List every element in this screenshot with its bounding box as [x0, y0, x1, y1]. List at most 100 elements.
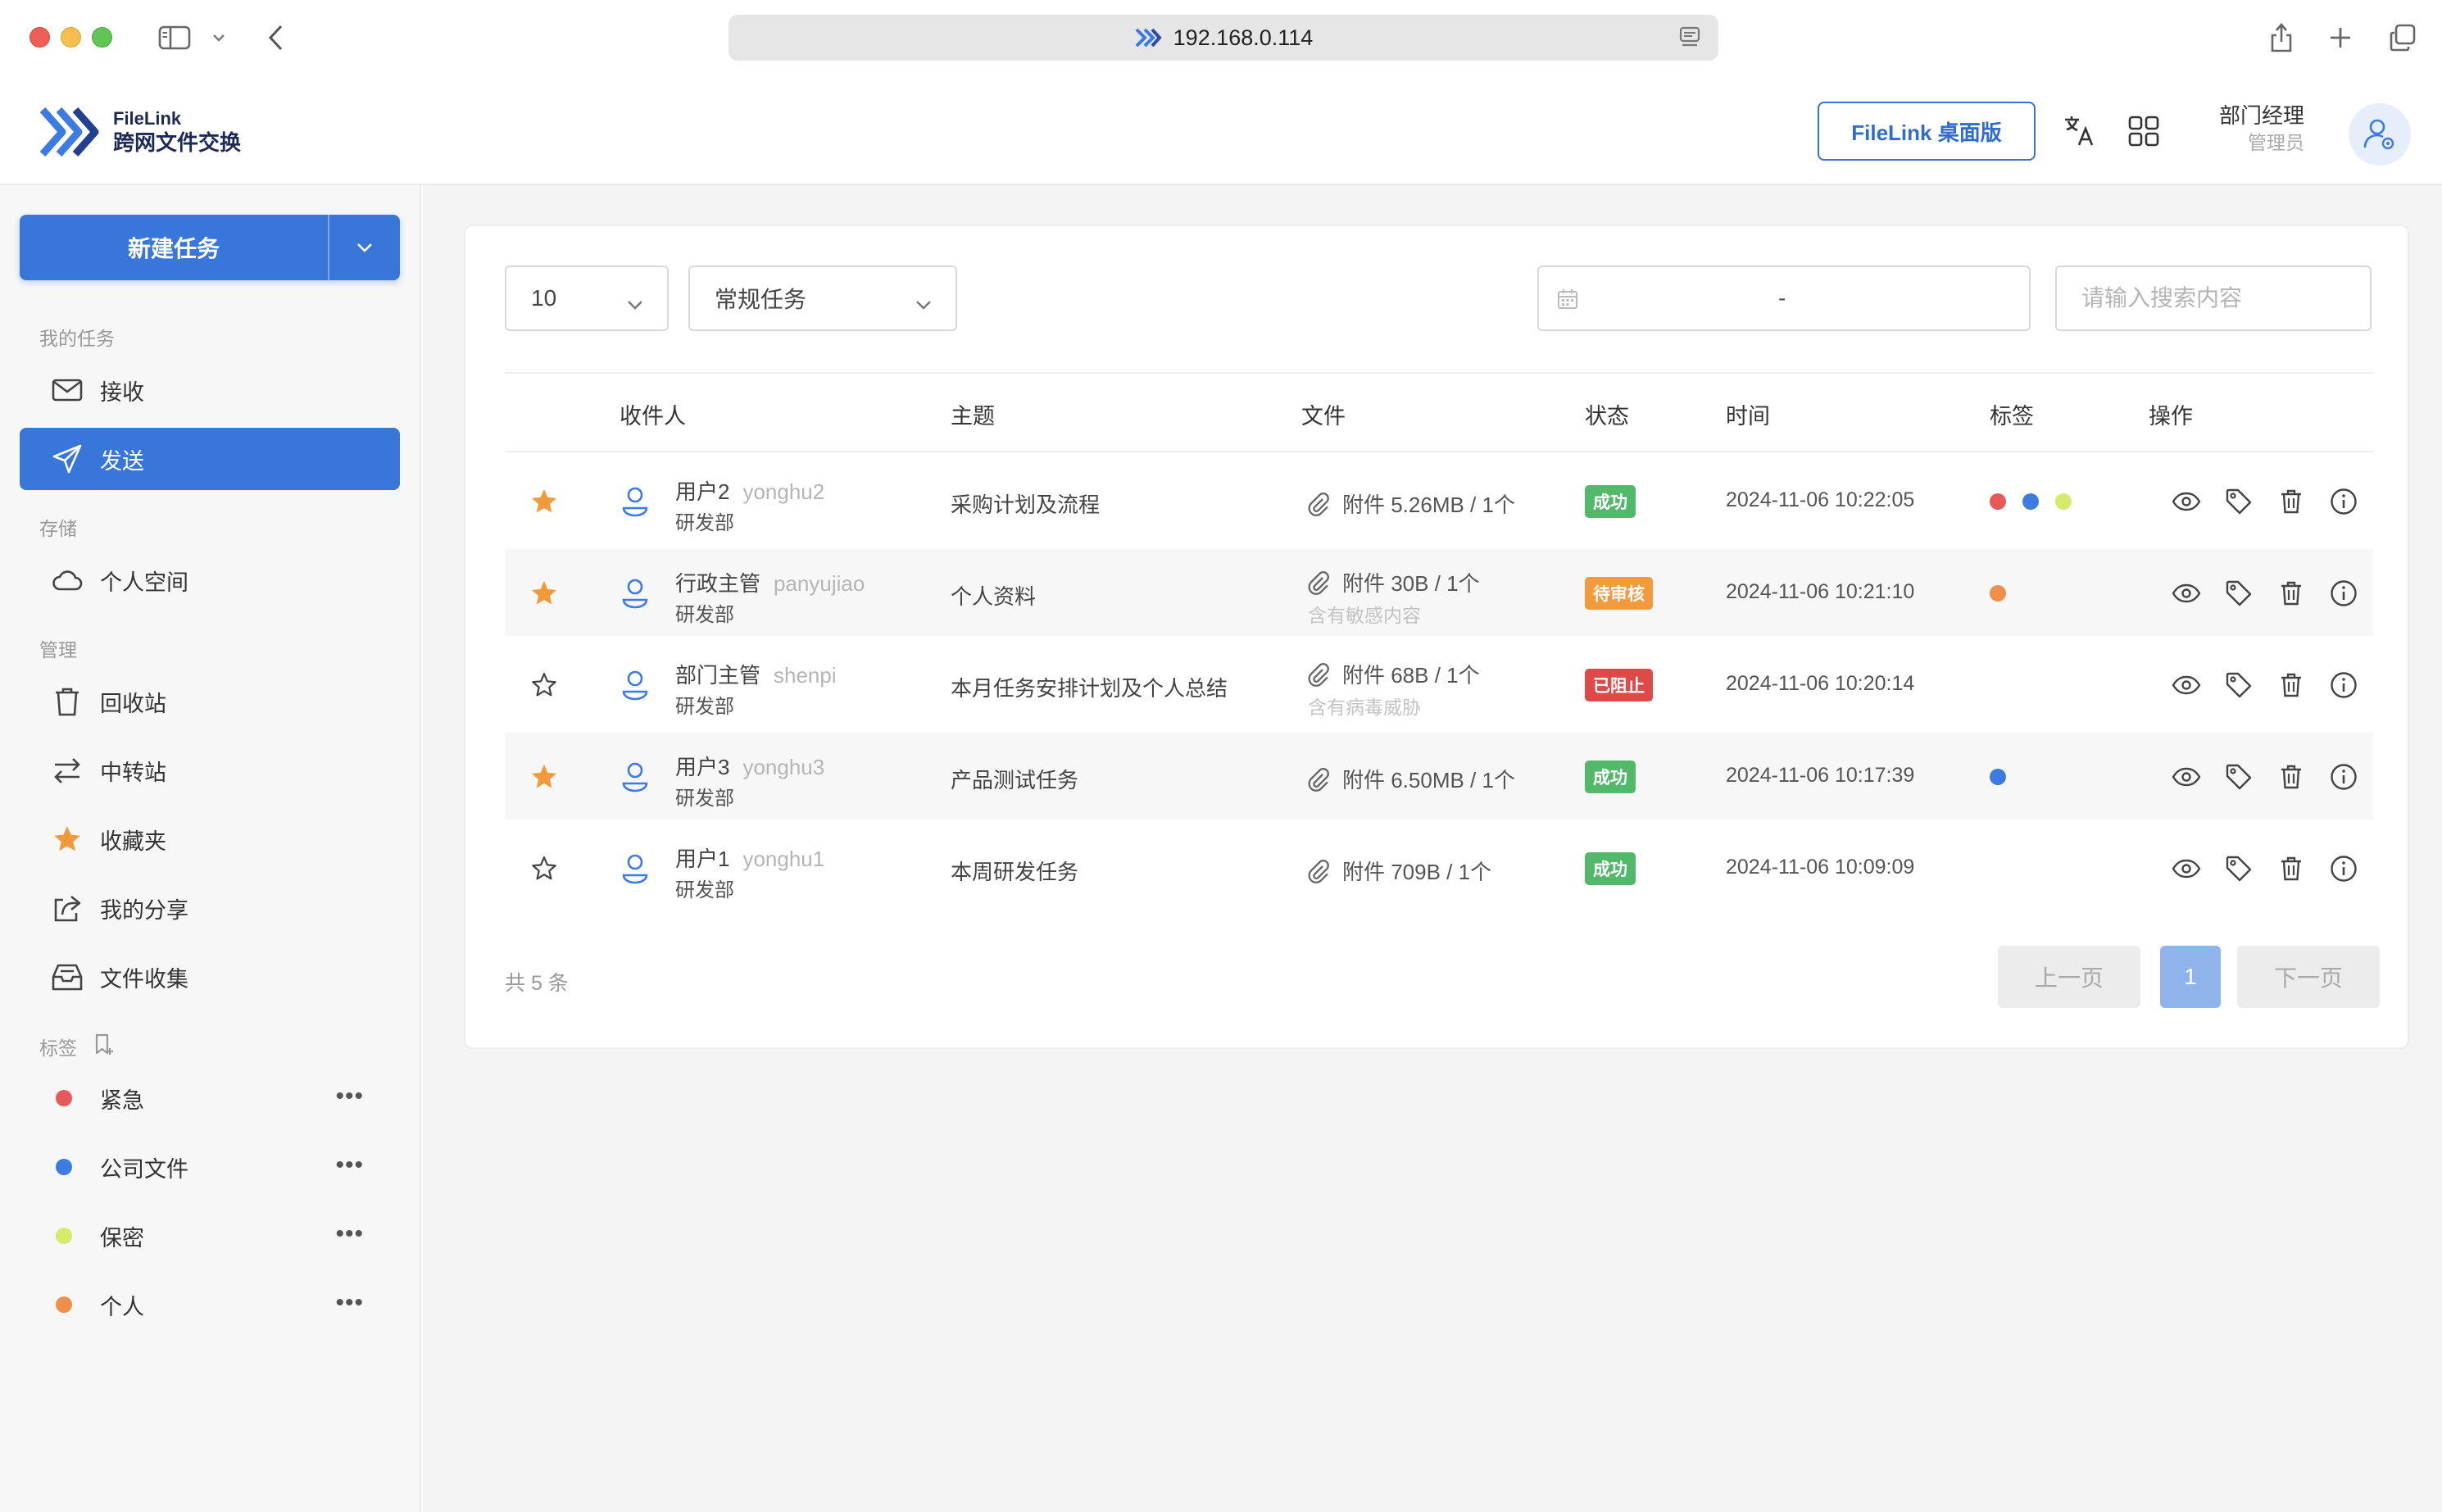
add-tag-icon[interactable]	[93, 1033, 115, 1060]
apps-grid-icon[interactable]	[2126, 113, 2162, 149]
sidebar-item-receive[interactable]: 接收	[20, 359, 400, 421]
view-icon[interactable]	[2170, 669, 2203, 702]
address-bar[interactable]: 192.168.0.114	[729, 15, 1718, 61]
sidebar-item-label: 接收	[100, 379, 144, 405]
reader-icon[interactable]	[1679, 26, 1700, 53]
table-row[interactable]: 用户1 yonghu1 研发部 本周研发任务 附件 709B / 1个 成功 20…	[505, 824, 2373, 911]
tag-icon[interactable]	[2222, 485, 2255, 518]
sidebar-item-recycle-bin[interactable]: 回收站	[20, 670, 400, 733]
user-icon	[620, 577, 651, 614]
sidebar-item-favorites[interactable]: 收藏夹	[20, 808, 400, 870]
star-filled-icon[interactable]	[529, 762, 559, 796]
new-tab-icon[interactable]	[2324, 20, 2357, 56]
user-icon	[620, 669, 651, 706]
delete-icon[interactable]	[2275, 761, 2308, 793]
file-info[interactable]: 附件 6.50MB / 1个	[1306, 764, 1515, 794]
back-icon[interactable]	[262, 20, 290, 56]
page-size-select[interactable]: 10	[505, 266, 669, 331]
sidebar-toggle-icon[interactable]	[156, 20, 193, 56]
transfer-icon	[51, 754, 84, 787]
share-icon[interactable]	[2265, 20, 2298, 56]
info-icon[interactable]	[2327, 577, 2360, 610]
sidebar-tag-company-files[interactable]: 公司文件 •••	[20, 1136, 400, 1198]
task-subject[interactable]: 产品测试任务	[951, 764, 1078, 794]
url-text: 192.168.0.114	[1173, 25, 1314, 50]
sidebar-tag-confidential[interactable]: 保密 •••	[20, 1205, 400, 1267]
table-row[interactable]: 行政主管 panyujiao 研发部 个人资料 附件 30B / 1个 含有敏感内…	[505, 549, 2373, 636]
date-range-picker[interactable]: -	[1537, 266, 2031, 331]
task-subject[interactable]: 本周研发任务	[951, 856, 1078, 886]
zoom-window-button[interactable]	[92, 27, 112, 48]
view-icon[interactable]	[2170, 852, 2203, 885]
task-subject[interactable]: 个人资料	[951, 580, 1036, 611]
new-task-button[interactable]: 新建任务	[20, 215, 328, 280]
page-size-value: 10	[531, 285, 557, 311]
tag-icon[interactable]	[2222, 761, 2255, 793]
status-badge: 成功	[1585, 761, 1636, 793]
info-icon[interactable]	[2327, 761, 2360, 793]
file-info[interactable]: 附件 30B / 1个	[1306, 567, 1480, 597]
status-badge: 成功	[1585, 852, 1636, 885]
file-info[interactable]: 附件 68B / 1个	[1306, 659, 1480, 689]
page-number-button[interactable]: 1	[2160, 946, 2221, 1008]
search-input[interactable]	[2055, 266, 2372, 331]
view-icon[interactable]	[2170, 761, 2203, 793]
more-options-icon[interactable]: •••	[335, 1084, 364, 1109]
task-time: 2024-11-06 10:21:10	[1726, 580, 1915, 603]
task-subject[interactable]: 本月任务安排计划及个人总结	[951, 672, 1228, 702]
tag-dot	[1990, 493, 2006, 510]
sidebar-tag-urgent[interactable]: 紧急 •••	[20, 1067, 400, 1129]
user-icon	[620, 485, 651, 522]
brand-logo[interactable]: FileLink 跨网文件交换	[38, 105, 241, 159]
sidebar-item-relay-station[interactable]: 中转站	[20, 739, 400, 801]
sidebar-item-my-shares[interactable]: 我的分享	[20, 877, 400, 939]
desktop-version-button[interactable]: FileLink 桌面版	[1818, 102, 2036, 161]
tag-icon[interactable]	[2222, 852, 2255, 885]
new-task-dropdown-button[interactable]	[328, 215, 400, 280]
table-row[interactable]: 用户2 yonghu2 研发部 采购计划及流程 附件 5.26MB / 1个 成功…	[505, 457, 2373, 544]
star-filled-icon[interactable]	[529, 579, 559, 612]
view-icon[interactable]	[2170, 485, 2203, 518]
file-info[interactable]: 附件 5.26MB / 1个	[1306, 488, 1515, 519]
sidebar-item-personal-space[interactable]: 个人空间	[20, 549, 400, 611]
chevron-down-icon[interactable]	[208, 20, 229, 56]
info-icon[interactable]	[2327, 669, 2360, 702]
more-options-icon[interactable]: •••	[335, 1291, 364, 1315]
column-header-subject: 主题	[951, 404, 995, 429]
more-options-icon[interactable]: •••	[335, 1153, 364, 1178]
task-subject[interactable]: 采购计划及流程	[951, 488, 1100, 519]
translate-icon[interactable]	[2062, 113, 2098, 149]
user-info[interactable]: 部门经理 管理员	[2219, 102, 2304, 156]
tag-dot	[1990, 769, 2006, 785]
task-type-select[interactable]: 常规任务	[688, 266, 957, 331]
prev-page-button[interactable]: 上一页	[1998, 946, 2140, 1008]
view-icon[interactable]	[2170, 577, 2203, 610]
recipient-dept: 研发部	[675, 512, 734, 534]
table-row[interactable]: 用户3 yonghu3 研发部 产品测试任务 附件 6.50MB / 1个 成功 …	[505, 733, 2373, 820]
delete-icon[interactable]	[2275, 485, 2308, 518]
tag-color-dot	[56, 1228, 72, 1244]
minimize-window-button[interactable]	[61, 27, 81, 48]
info-icon[interactable]	[2327, 485, 2360, 518]
file-info[interactable]: 附件 709B / 1个	[1306, 856, 1491, 886]
tab-overview-icon[interactable]	[2386, 20, 2419, 56]
star-outline-icon[interactable]	[529, 670, 559, 704]
task-type-value: 常规任务	[715, 287, 807, 312]
next-page-button[interactable]: 下一页	[2237, 946, 2380, 1008]
more-options-icon[interactable]: •••	[335, 1222, 364, 1246]
sidebar-item-send[interactable]: 发送	[20, 428, 400, 490]
info-icon[interactable]	[2327, 852, 2360, 885]
avatar[interactable]	[2349, 103, 2411, 166]
tag-icon[interactable]	[2222, 669, 2255, 702]
sidebar-item-file-collection[interactable]: 文件收集	[20, 946, 400, 1008]
tag-icon[interactable]	[2222, 577, 2255, 610]
delete-icon[interactable]	[2275, 669, 2308, 702]
star-outline-icon[interactable]	[529, 854, 559, 888]
close-window-button[interactable]	[30, 27, 50, 48]
star-filled-icon[interactable]	[529, 487, 559, 520]
table-row[interactable]: 部门主管 shenpi 研发部 本月任务安排计划及个人总结 附件 68B / 1个…	[505, 641, 2373, 728]
sidebar-tag-personal[interactable]: 个人 •••	[20, 1274, 400, 1336]
inbox-icon	[51, 960, 84, 993]
delete-icon[interactable]	[2275, 852, 2308, 885]
delete-icon[interactable]	[2275, 577, 2308, 610]
